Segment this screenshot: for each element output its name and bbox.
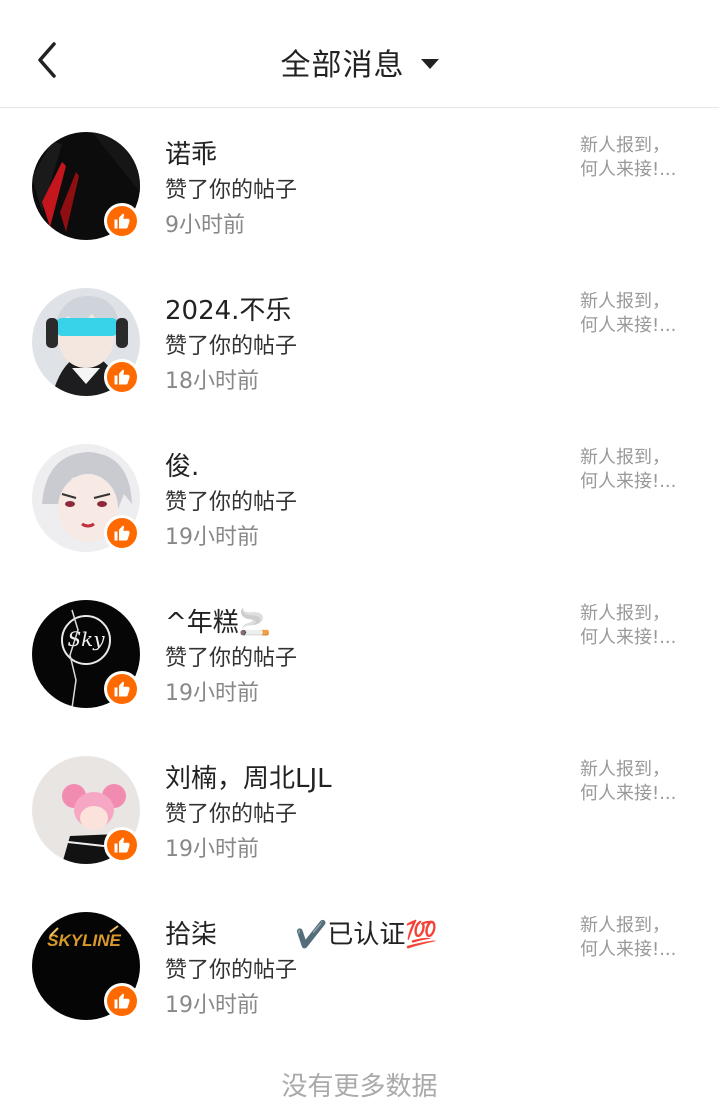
action-text: 赞了你的帖子 <box>165 646 298 671</box>
action-text: 赞了你的帖子 <box>165 802 298 827</box>
notification-item[interactable]: Sky ^年糕🚬 赞了你的帖子 19小时前 新人报到， 何人来接!... <box>0 576 719 732</box>
user-name[interactable]: 俊. <box>165 446 199 483</box>
thumbs-up-icon <box>114 213 130 229</box>
notification-item[interactable]: 诺乖 赞了你的帖子 9小时前 新人报到， 何人来接!... <box>0 108 719 264</box>
post-preview-line: 何人来接!... <box>580 471 677 492</box>
filter-dropdown[interactable]: 全部消息 <box>0 40 719 84</box>
like-badge <box>104 515 140 551</box>
post-preview[interactable]: 新人报到， 何人来接!... <box>580 446 700 494</box>
post-preview-line: 新人报到， <box>580 915 670 936</box>
timestamp: 9小时前 <box>165 213 245 238</box>
post-preview-line: 新人报到， <box>580 291 670 312</box>
no-more-data-text: 没有更多数据 <box>281 1072 438 1102</box>
post-preview-line: 何人来接!... <box>580 315 677 336</box>
notification-item[interactable]: 2024.不乐 赞了你的帖子 18小时前 新人报到， 何人来接!... <box>0 264 719 420</box>
post-preview-line: 何人来接!... <box>580 939 677 960</box>
action-text: 赞了你的帖子 <box>165 490 298 515</box>
notification-item[interactable]: SKYLINE 拾柒 ✔️已认证💯 赞了你的帖子 19小时前 新人报到， 何人来… <box>0 888 719 1044</box>
timestamp: 19小时前 <box>165 681 259 706</box>
thumbs-up-icon <box>114 681 130 697</box>
timestamp: 18小时前 <box>165 369 259 394</box>
post-preview-line: 新人报到， <box>580 603 670 624</box>
post-preview-line: 何人来接!... <box>580 783 677 804</box>
top-bar: 全部消息 <box>0 0 719 108</box>
notification-item[interactable]: 刘楠，周北LJL 赞了你的帖子 19小时前 新人报到， 何人来接!... <box>0 732 719 888</box>
post-preview[interactable]: 新人报到， 何人来接!... <box>580 914 700 962</box>
thumbs-up-icon <box>114 369 130 385</box>
action-text: 赞了你的帖子 <box>165 958 298 983</box>
post-preview[interactable]: 新人报到， 何人来接!... <box>580 134 700 182</box>
avatar-logo-text: SKYLINE <box>47 931 121 950</box>
page-title: 全部消息 <box>280 48 405 83</box>
like-badge <box>104 671 140 707</box>
like-badge <box>104 827 140 863</box>
action-text: 赞了你的帖子 <box>165 334 298 359</box>
like-badge <box>104 359 140 395</box>
post-preview-line: 何人来接!... <box>580 627 677 648</box>
notification-list: 诺乖 赞了你的帖子 9小时前 新人报到， 何人来接!... 2024.不乐 赞了… <box>0 108 719 1044</box>
post-preview-line: 何人来接!... <box>580 159 677 180</box>
caret-down-icon <box>420 59 439 69</box>
action-text: 赞了你的帖子 <box>165 178 298 203</box>
timestamp: 19小时前 <box>165 993 259 1018</box>
timestamp: 19小时前 <box>165 525 259 550</box>
user-name[interactable]: 诺乖 <box>165 134 217 171</box>
timestamp: 19小时前 <box>165 837 259 862</box>
user-name[interactable]: ^年糕🚬 <box>165 602 271 639</box>
post-preview[interactable]: 新人报到， 何人来接!... <box>580 758 700 806</box>
post-preview[interactable]: 新人报到， 何人来接!... <box>580 602 700 650</box>
post-preview-line: 新人报到， <box>580 447 670 468</box>
thumbs-up-icon <box>114 837 130 853</box>
post-preview-line: 新人报到， <box>580 135 670 156</box>
user-name[interactable]: 拾柒 ✔️已认证💯 <box>165 914 438 951</box>
notification-item[interactable]: 俊. 赞了你的帖子 19小时前 新人报到， 何人来接!... <box>0 420 719 576</box>
thumbs-up-icon <box>114 525 130 541</box>
user-name[interactable]: 刘楠，周北LJL <box>165 758 332 795</box>
post-preview[interactable]: 新人报到， 何人来接!... <box>580 290 700 338</box>
post-preview-line: 新人报到， <box>580 759 670 780</box>
thumbs-up-icon <box>114 993 130 1009</box>
user-name[interactable]: 2024.不乐 <box>165 290 291 327</box>
like-badge <box>104 983 140 1019</box>
like-badge <box>104 203 140 239</box>
